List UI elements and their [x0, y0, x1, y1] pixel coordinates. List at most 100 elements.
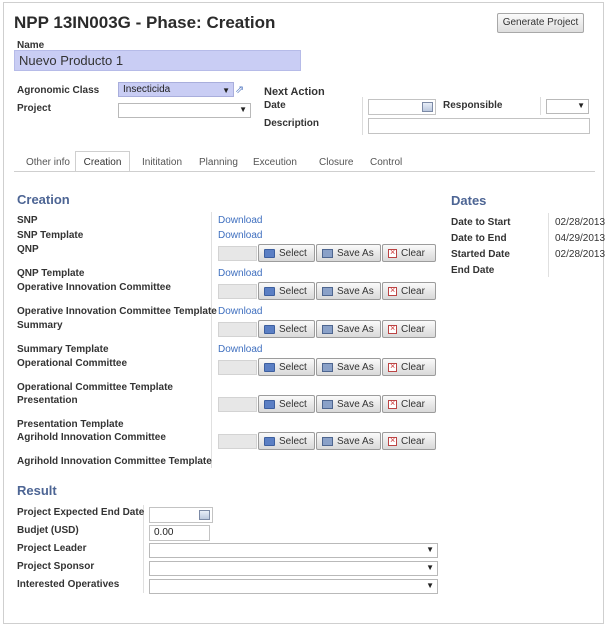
snp-template-download-link[interactable]: Download — [218, 230, 262, 241]
folder-icon — [264, 324, 275, 334]
name-input[interactable]: Nuevo Producto 1 — [14, 50, 301, 71]
save-icon — [322, 286, 333, 296]
save-as-label: Save As — [337, 247, 374, 259]
calendar-icon[interactable] — [199, 510, 210, 520]
clear-label: Clear — [401, 361, 425, 373]
project-label: Project — [17, 103, 51, 114]
responsible-label: Responsible — [443, 100, 503, 111]
save-icon — [322, 362, 333, 372]
summary-select-button[interactable]: Select — [258, 320, 315, 338]
row-label-qnp: QNP — [17, 244, 39, 255]
aic-select-button[interactable]: Select — [258, 432, 315, 450]
presentation-clear-button[interactable]: Clear — [382, 395, 436, 413]
row-label-presentation-template: Presentation Template — [17, 419, 124, 430]
qnp-template-download-link[interactable]: Download — [218, 268, 262, 279]
budget-label: Budjet (USD) — [17, 525, 79, 536]
summary-save-as-button[interactable]: Save As — [316, 320, 381, 338]
chevron-down-icon: ▼ — [577, 101, 585, 110]
date-to-start-value: 02/28/2013 — [555, 217, 606, 228]
next-action-date-input[interactable] — [368, 99, 436, 115]
clear-label: Clear — [401, 285, 425, 297]
started-date-label: Started Date — [451, 249, 510, 260]
divider — [540, 97, 541, 115]
summary-clear-button[interactable]: Clear — [382, 320, 436, 338]
agronomic-class-label: Agronomic Class — [17, 85, 100, 96]
save-icon — [322, 399, 333, 409]
qnp-select-button[interactable]: Select — [258, 244, 315, 262]
select-label: Select — [279, 398, 307, 410]
tabs-divider — [14, 171, 595, 172]
chevron-down-icon: ▼ — [222, 86, 230, 95]
clear-icon — [388, 361, 397, 372]
snp-download-link[interactable]: Download — [218, 215, 262, 226]
project-select[interactable]: ▼ — [118, 103, 251, 118]
tab-closure[interactable]: Closure — [319, 157, 353, 168]
presentation-select-button[interactable]: Select — [258, 395, 315, 413]
calendar-icon[interactable] — [422, 102, 433, 112]
clear-icon — [388, 285, 397, 296]
project-sponsor-select[interactable]: ▼ — [149, 561, 438, 576]
oic-select-button[interactable]: Select — [258, 282, 315, 300]
row-label-presentation: Presentation — [17, 395, 78, 406]
clear-icon — [388, 323, 397, 334]
budget-input[interactable]: 0.00 — [149, 525, 210, 541]
folder-icon — [264, 248, 275, 258]
tab-exceution[interactable]: Exceution — [253, 157, 297, 168]
generate-project-button[interactable]: Generate Project — [497, 13, 584, 33]
select-label: Select — [279, 323, 307, 335]
chevron-down-icon: ▼ — [426, 563, 434, 572]
save-as-label: Save As — [337, 435, 374, 447]
save-as-label: Save As — [337, 323, 374, 335]
qnp-clear-button[interactable]: Clear — [382, 244, 436, 262]
divider — [143, 505, 144, 593]
share-icon[interactable]: ⇗ — [235, 85, 247, 96]
expected-end-date-input[interactable] — [149, 507, 213, 523]
interested-operatives-select[interactable]: ▼ — [149, 579, 438, 594]
oc-save-as-button[interactable]: Save As — [316, 358, 381, 376]
oic-template-download-link[interactable]: Download — [218, 306, 262, 317]
qnp-save-as-button[interactable]: Save As — [316, 244, 381, 262]
clear-label: Clear — [401, 323, 425, 335]
tab-control[interactable]: Control — [370, 157, 402, 168]
select-label: Select — [279, 247, 307, 259]
summary-template-download-link[interactable]: Download — [218, 344, 262, 355]
folder-icon — [264, 399, 275, 409]
dates-title: Dates — [451, 193, 487, 208]
agronomic-class-select[interactable]: Insecticida ▼ — [118, 82, 234, 97]
tab-inititation[interactable]: Inititation — [142, 157, 182, 168]
oc-select-button[interactable]: Select — [258, 358, 315, 376]
save-as-label: Save As — [337, 398, 374, 410]
row-label-summary-template: Summary Template — [17, 344, 109, 355]
clear-icon — [388, 435, 397, 446]
aic-clear-button[interactable]: Clear — [382, 432, 436, 450]
aic-save-as-button[interactable]: Save As — [316, 432, 381, 450]
chevron-down-icon: ▼ — [426, 545, 434, 554]
project-leader-select[interactable]: ▼ — [149, 543, 438, 558]
oic-clear-button[interactable]: Clear — [382, 282, 436, 300]
clear-label: Clear — [401, 398, 425, 410]
description-input[interactable] — [368, 118, 590, 134]
oc-clear-button[interactable]: Clear — [382, 358, 436, 376]
oic-save-as-button[interactable]: Save As — [316, 282, 381, 300]
description-label: Description — [264, 118, 320, 129]
chevron-down-icon: ▼ — [426, 581, 434, 590]
clear-icon — [388, 398, 397, 409]
clear-icon — [388, 247, 397, 258]
save-as-label: Save As — [337, 361, 374, 373]
save-icon — [322, 436, 333, 446]
interested-operatives-label: Interested Operatives — [17, 579, 120, 590]
tab-creation[interactable]: Creation — [75, 151, 130, 172]
chevron-down-icon: ▼ — [239, 105, 247, 114]
date-label: Date — [264, 100, 286, 111]
date-to-start-label: Date to Start — [451, 217, 511, 228]
divider — [211, 212, 212, 468]
tab-other-info[interactable]: Other info — [26, 157, 70, 168]
row-label-summary: Summary — [17, 320, 63, 331]
creation-title: Creation — [17, 192, 70, 207]
project-leader-label: Project Leader — [17, 543, 87, 554]
save-icon — [322, 324, 333, 334]
tab-planning[interactable]: Planning — [199, 157, 238, 168]
presentation-save-as-button[interactable]: Save As — [316, 395, 381, 413]
responsible-select[interactable]: ▼ — [546, 99, 589, 114]
date-to-end-value: 04/29/2013 — [555, 233, 606, 244]
